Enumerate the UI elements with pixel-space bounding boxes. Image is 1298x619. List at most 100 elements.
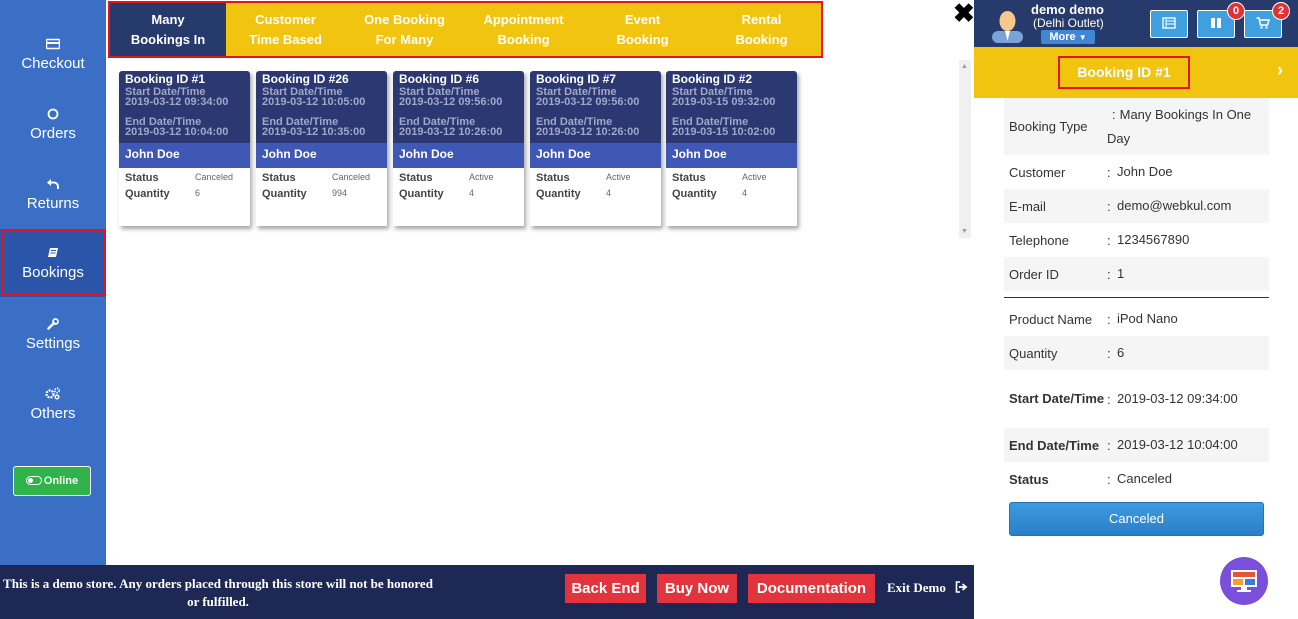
hold-button[interactable]: 0 (1197, 2, 1245, 38)
detail-label: Telephone (1009, 232, 1069, 248)
sidebar-item-settings[interactable]: Settings (0, 311, 106, 371)
card-header: Booking ID #2 Start Date/Time 2019-03-15… (666, 71, 797, 143)
detail-value: Canceled (1117, 471, 1172, 486)
cart-button[interactable]: 2 (1244, 2, 1290, 38)
detail-value: 6 (1117, 345, 1125, 360)
list-icon (1162, 16, 1176, 32)
booking-id: Booking ID #6 (399, 72, 480, 86)
cart-icon (1256, 16, 1271, 32)
more-dropdown[interactable]: More ▼ (1041, 30, 1095, 44)
card-header: Booking ID #7 Start Date/Time 2019-03-12… (530, 71, 661, 143)
quantity-value: 4 (742, 188, 748, 198)
scrollbar[interactable]: ▲ ▼ (959, 60, 971, 238)
customer-name: John Doe (119, 143, 250, 168)
tab-one-booking-for-many[interactable]: One Booking For Many (345, 3, 464, 56)
status-label: Status (399, 172, 433, 184)
booking-detail-table: Booking Type : Many Bookings In One Day C… (1004, 98, 1269, 496)
exit-demo-link[interactable]: Exit Demo (887, 580, 968, 596)
detail-row: Order ID : 1 (1004, 257, 1269, 291)
chevron-right-icon[interactable]: › (1277, 60, 1283, 81)
detail-value-text: Many Bookings In One Day (1107, 106, 1252, 146)
booking-card[interactable]: Booking ID #26 Start Date/Time 2019-03-1… (256, 71, 387, 226)
buy-now-button[interactable]: Buy Now (657, 574, 737, 603)
screen-share-button[interactable] (1220, 557, 1268, 605)
quantity-label: Quantity (262, 188, 307, 200)
tab-label-line1: Appointment (483, 12, 564, 27)
tab-appointment-booking[interactable]: Appointment Booking (464, 3, 583, 56)
tab-many-bookings-in[interactable]: Many Bookings In (110, 3, 227, 56)
scroll-up-icon[interactable]: ▲ (961, 63, 968, 70)
tab-rental-booking[interactable]: Rental Booking (702, 3, 821, 56)
circle-icon (0, 106, 106, 124)
quantity-value: 4 (469, 188, 475, 198)
detail-value: demo@webkul.com (1117, 198, 1232, 213)
sidebar-item-orders[interactable]: Orders (0, 101, 106, 161)
detail-value: 2019-03-12 10:04:00 (1117, 437, 1238, 452)
tab-customer-time-based[interactable]: Customer Time Based (226, 3, 345, 56)
detail-label: Order ID (1009, 266, 1059, 282)
end-value: 2019-03-15 10:02:00 (672, 126, 776, 138)
top-bar: demo demo (Delhi Outlet) More ▼ 0 2 (974, 0, 1298, 47)
tab-label-line1: Event (624, 12, 661, 27)
detail-separator: : (1107, 198, 1111, 214)
booking-status-button[interactable]: Canceled (1009, 502, 1264, 536)
tab-label-line2: Bookings In (130, 32, 206, 47)
monitor-icon (1230, 569, 1258, 598)
online-label: Online (43, 475, 79, 487)
outlet-name: (Delhi Outlet) (1033, 16, 1104, 30)
status-value: Active (469, 172, 494, 182)
tab-label-line2: For Many (375, 32, 434, 47)
tab-label-line1: Rental (741, 12, 782, 27)
cart-count-badge: 2 (1272, 2, 1290, 20)
toggle-icon (25, 476, 42, 485)
detail-separator: : (1107, 437, 1111, 453)
list-view-button[interactable] (1150, 10, 1188, 38)
status-value: Active (606, 172, 631, 182)
sidebar-item-returns[interactable]: Returns (0, 171, 106, 231)
booking-card[interactable]: Booking ID #6 Start Date/Time 2019-03-12… (393, 71, 524, 226)
tab-label-line2: Booking (616, 32, 669, 47)
customer-name: John Doe (256, 143, 387, 168)
booking-card[interactable]: Booking ID #2 Start Date/Time 2019-03-15… (666, 71, 797, 226)
detail-row: Booking Type : Many Bookings In One Day (1004, 98, 1269, 155)
detail-label: Product Name (1009, 311, 1093, 327)
booking-card[interactable]: Booking ID #1 Start Date/Time 2019-03-12… (119, 71, 250, 226)
online-toggle-button[interactable]: Online (13, 466, 91, 496)
quantity-label: Quantity (399, 188, 444, 200)
sidebar-item-label: Settings (25, 335, 81, 352)
return-arrow-icon (0, 176, 106, 194)
status-value: Canceled (195, 172, 234, 182)
gears-icon (0, 386, 106, 404)
customer-name: John Doe (666, 143, 797, 168)
detail-row: Customer : John Doe (1004, 155, 1269, 189)
scroll-down-icon[interactable]: ▼ (961, 228, 968, 235)
quantity-label: Quantity (536, 188, 581, 200)
tab-label-line2: Booking (735, 32, 788, 47)
detail-row: Start Date/Time : 2019-03-12 09:34:00 (1004, 370, 1269, 428)
sidebar-item-bookings[interactable]: Bookings (0, 229, 106, 297)
sidebar-item-others[interactable]: Others (0, 381, 106, 441)
tab-label-line1: One Booking (364, 12, 445, 27)
detail-label: End Date/Time (1009, 437, 1100, 453)
booking-type-tabs: Many Bookings In Customer Time Based One… (108, 1, 823, 58)
sidebar: Checkout Orders Returns Bookings Setting… (0, 0, 106, 619)
end-value: 2019-03-12 10:35:00 (262, 126, 366, 138)
caret-down-icon: ▼ (1078, 33, 1087, 42)
documentation-button[interactable]: Documentation (748, 574, 875, 603)
demo-message: This is a demo store. Any orders placed … (3, 576, 433, 609)
detail-row: Telephone : 1234567890 (1004, 223, 1269, 257)
detail-label: Customer (1009, 164, 1066, 180)
demo-footer: This is a demo store. Any orders placed … (0, 565, 974, 619)
detail-row: Quantity : 6 (1004, 336, 1269, 370)
customer-name: John Doe (530, 143, 661, 168)
more-label: More (1049, 31, 1076, 43)
tab-event-booking[interactable]: Event Booking (583, 3, 702, 56)
close-icon[interactable]: ✖ (953, 0, 975, 29)
detail-label: E-mail (1009, 198, 1046, 214)
booking-id: Booking ID #2 (672, 72, 753, 86)
avatar (992, 5, 1023, 43)
booking-card[interactable]: Booking ID #7 Start Date/Time 2019-03-12… (530, 71, 661, 226)
sidebar-item-checkout[interactable]: Checkout (0, 31, 106, 91)
back-end-button[interactable]: Back End (565, 574, 646, 603)
booking-title-bar: Booking ID #1 › (974, 47, 1298, 98)
